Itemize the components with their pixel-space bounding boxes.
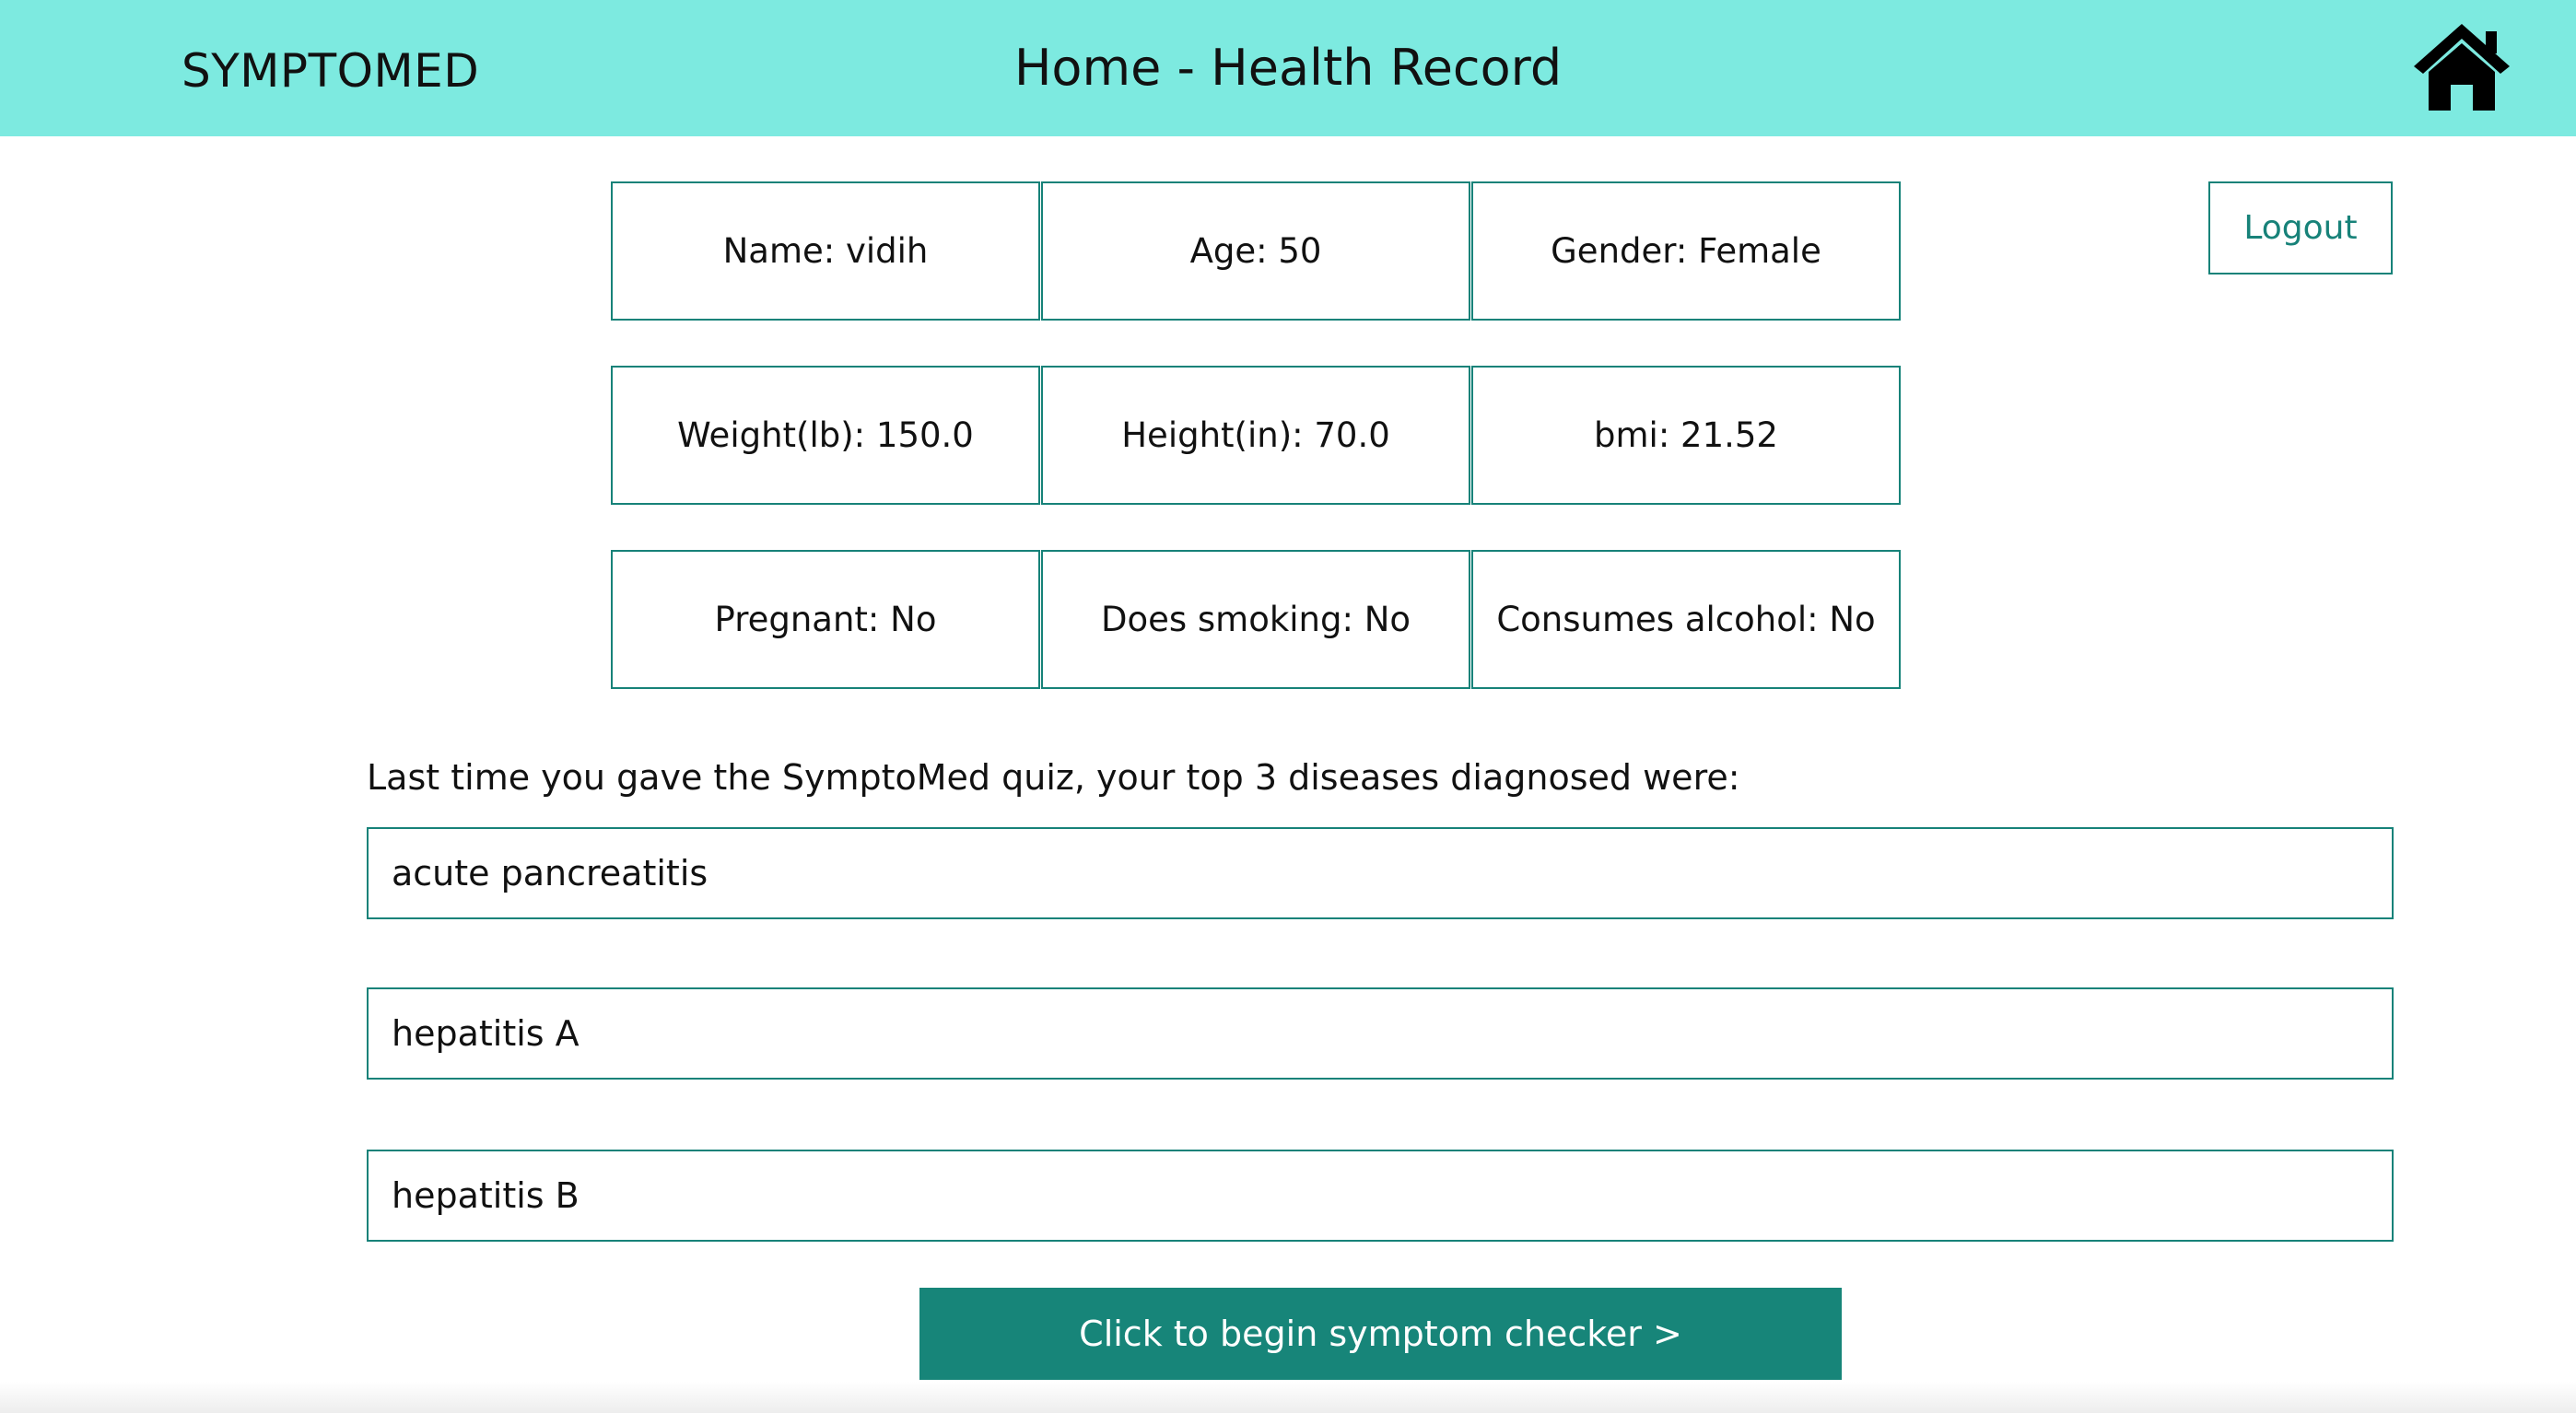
name-cell: Name: vidih [611,181,1040,321]
logout-button[interactable]: Logout [2208,181,2393,274]
begin-symptom-checker-button[interactable]: Click to begin symptom checker > [919,1288,1842,1380]
app-header: SYMPTOMED Home - Health Record [0,0,2576,136]
height-cell: Height(in): 70.0 [1041,366,1470,505]
weight-cell: Weight(lb): 150.0 [611,366,1040,505]
page-title: Home - Health Record [1013,39,1563,97]
pregnant-cell: Pregnant: No [611,550,1040,689]
age-cell: Age: 50 [1041,181,1470,321]
bmi-cell: bmi: 21.52 [1471,366,1901,505]
alcohol-cell: Consumes alcohol: No [1471,550,1901,689]
smoking-cell: Does smoking: No [1041,550,1470,689]
bottom-shadow [0,1382,2576,1413]
profile-row: Weight(lb): 150.0 Height(in): 70.0 bmi: … [611,366,1901,505]
home-icon[interactable] [2410,18,2513,114]
profile-row: Name: vidih Age: 50 Gender: Female [611,181,1901,321]
disease-item: acute pancreatitis [367,827,2394,919]
diagnosis-intro-text: Last time you gave the SymptoMed quiz, y… [367,757,1740,798]
profile-row: Pregnant: No Does smoking: No Consumes a… [611,550,1901,689]
gender-cell: Gender: Female [1471,181,1901,321]
disease-item: hepatitis B [367,1150,2394,1242]
health-record-grid: Name: vidih Age: 50 Gender: Female Weigh… [611,181,1901,734]
disease-item: hepatitis A [367,987,2394,1080]
